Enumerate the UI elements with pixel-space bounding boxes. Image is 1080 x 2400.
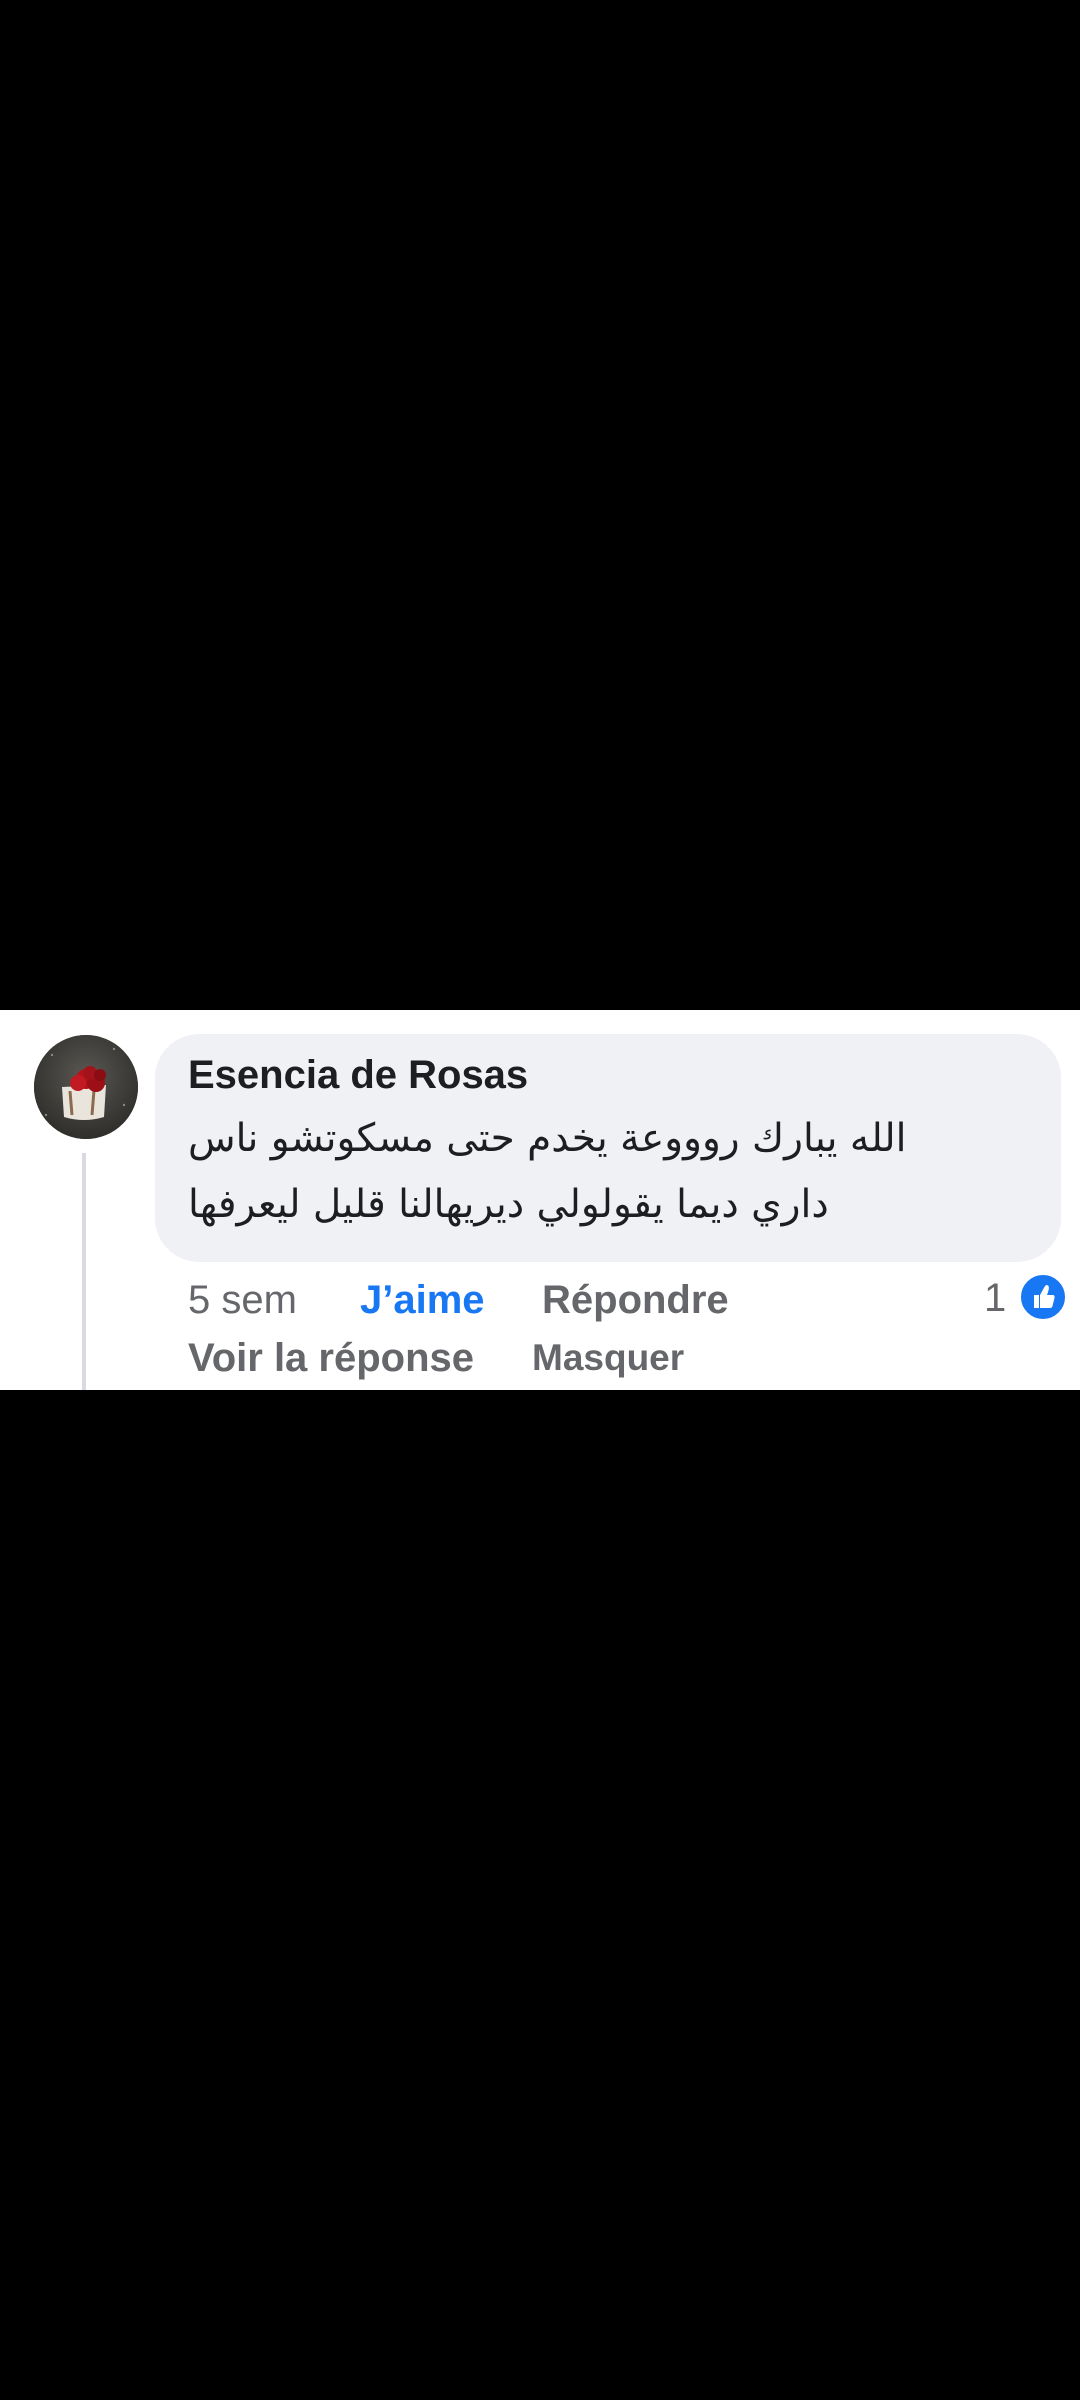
bottom-black-area xyxy=(0,1390,1080,2400)
view-reply-button[interactable]: Voir la réponse xyxy=(188,1328,474,1388)
comment-bubble[interactable]: Esencia de Rosas الله يبارك روووعة يخدم … xyxy=(155,1034,1061,1262)
comment-text-line-2: داري ديما يقولولي ديريهالنا قليل ليعرفها xyxy=(188,1182,829,1227)
like-icon[interactable] xyxy=(1018,1272,1068,1322)
comment-author[interactable]: Esencia de Rosas xyxy=(188,1053,528,1098)
reaction-count[interactable]: 1 xyxy=(984,1268,1006,1328)
comment-text-line-1: الله يبارك روووعة يخدم حتى مسكوتشو ناس xyxy=(188,1116,907,1161)
thumbs-up-icon xyxy=(1034,1285,1055,1308)
avatar[interactable] xyxy=(34,1035,138,1139)
avatar-image xyxy=(34,1035,138,1139)
reply-button[interactable]: Répondre xyxy=(542,1270,729,1330)
comment-text: الله يبارك روووعة يخدم حتى مسكوتشو ناس د… xyxy=(188,1106,1028,1238)
hide-button[interactable]: Masquer xyxy=(532,1328,684,1388)
comment-time[interactable]: 5 sem xyxy=(188,1270,297,1330)
comment-secondary-actions: Voir la réponse Masquer xyxy=(0,1328,1080,1388)
like-button[interactable]: J’aime xyxy=(360,1270,485,1330)
comment-actions: 5 sem J’aime Répondre xyxy=(0,1270,1080,1330)
comment-panel: Esencia de Rosas الله يبارك روووعة يخدم … xyxy=(0,1010,1080,1390)
top-black-area xyxy=(0,0,1080,1010)
